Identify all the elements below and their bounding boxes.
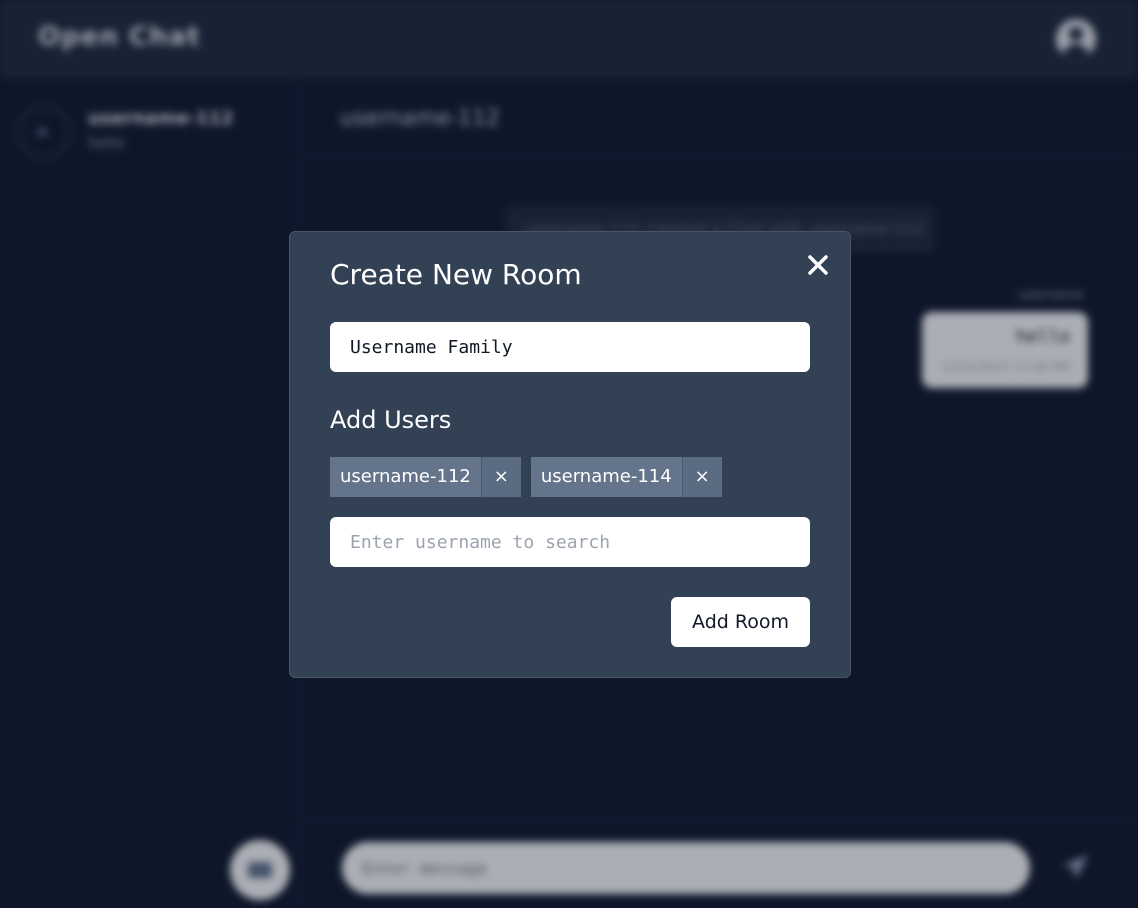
dialog-title: Create New Room [330,258,582,291]
remove-user-button[interactable]: × [480,457,521,497]
add-users-label: Add Users [330,406,452,434]
close-icon[interactable] [805,252,831,278]
selected-users: username-112 × username-114 × [330,457,722,497]
remove-user-button[interactable]: × [681,457,722,497]
user-chip: username-112 × [330,457,521,497]
add-room-button[interactable]: Add Room [671,597,810,647]
user-chip-label: username-114 [540,466,672,487]
user-search-input[interactable] [330,517,810,567]
create-room-dialog: Create New Room Add Users username-112 ×… [289,231,851,678]
room-name-input[interactable] [330,322,810,372]
user-chip: username-114 × [530,457,722,497]
user-chip-label: username-112 [340,466,471,487]
